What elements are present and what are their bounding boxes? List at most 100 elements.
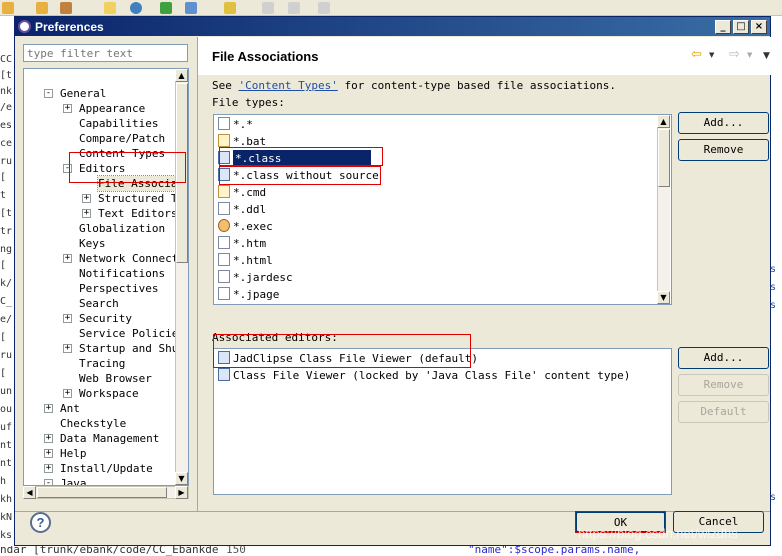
tree-item-label: Data Management [60, 432, 160, 445]
file-type-row[interactable]: *.bat [218, 133, 266, 150]
tree-item-label: Install/Update [60, 462, 153, 475]
forward-icon[interactable] [288, 2, 300, 14]
scroll-left-icon[interactable]: ◀ [23, 486, 36, 499]
file-type-row[interactable]: *.jpage [218, 286, 279, 303]
ide-toolbar [0, 0, 782, 16]
expand-icon[interactable]: + [63, 104, 72, 113]
filter-input[interactable] [23, 44, 188, 62]
code-snippet: "name":$scope.params.name, [468, 546, 641, 556]
scroll-up-icon[interactable]: ▲ [175, 69, 188, 82]
tree-item-label: Content Types [79, 147, 166, 160]
tree-item-label: Search [79, 297, 119, 310]
scroll-down-icon[interactable]: ▼ [175, 472, 188, 485]
nav-up-icon[interactable] [224, 2, 236, 14]
editor-row[interactable]: Class File Viewer (locked by 'Java Class… [218, 367, 630, 384]
view-menu-icon[interactable]: ▼ [763, 51, 770, 61]
expand-icon[interactable]: + [82, 209, 91, 218]
file-type-row[interactable]: *.exec [218, 218, 273, 235]
file-type-row[interactable]: *.* [218, 116, 253, 133]
scroll-down-icon[interactable]: ▼ [657, 291, 670, 304]
expand-icon[interactable]: + [44, 404, 53, 413]
associated-editors-list[interactable]: JadClipse Class File Viewer (default) Cla… [213, 348, 672, 495]
executable-icon [218, 219, 230, 232]
expand-icon[interactable]: + [63, 314, 72, 323]
folder-icon[interactable] [2, 2, 14, 14]
file-type-row[interactable]: *.htm [218, 235, 266, 252]
file-type-row[interactable]: *.html [218, 252, 273, 269]
class-file-icon [218, 151, 230, 164]
expand-icon[interactable]: + [44, 464, 53, 473]
file-types-scroll-thumb[interactable] [658, 129, 670, 187]
tree-item-label: General [60, 87, 107, 100]
close-button[interactable]: × [751, 20, 767, 34]
editor-label: JadClipse Class File Viewer (default) [233, 352, 479, 365]
add-editor-button[interactable]: Add... [678, 347, 769, 369]
remove-editor-button[interactable]: Remove [678, 374, 769, 396]
file-types-scrollbar[interactable]: ▲ ▼ [657, 115, 670, 304]
globe-icon[interactable] [130, 2, 142, 14]
scroll-right-icon[interactable]: ▶ [175, 486, 188, 499]
add-file-type-button[interactable]: Add... [678, 112, 769, 134]
file-type-label: *.jardesc [233, 271, 293, 284]
forward-arrow-icon[interactable]: ⇨ [729, 47, 740, 62]
ide-status-line: ndar [trunk/ebank/code/CC_Ebankde 150 "n… [0, 546, 782, 556]
collapse-icon[interactable]: - [44, 479, 53, 485]
tree-horizontal-scrollbar[interactable]: ◀ ▶ [23, 486, 189, 499]
file-icon [218, 236, 230, 249]
run-icon[interactable] [160, 2, 172, 14]
sash[interactable] [197, 37, 198, 511]
ide-right-editor: ssss [770, 16, 782, 546]
collapse-icon[interactable]: - [63, 164, 72, 173]
expand-icon[interactable]: + [63, 254, 72, 263]
file-icon [218, 287, 230, 300]
build-icon[interactable] [60, 2, 72, 14]
back-menu-icon[interactable]: ▼ [709, 51, 714, 59]
next-icon[interactable] [318, 2, 330, 14]
editor-breadcrumb: ndar [trunk/ebank/code/CC_Ebankde [0, 546, 219, 556]
preference-tree[interactable]: - General + Appearance Capabilities Compare/P… [23, 68, 189, 486]
remove-file-type-button[interactable]: Remove [678, 139, 769, 161]
expand-icon[interactable]: + [44, 434, 53, 443]
tree-hscroll-thumb[interactable] [37, 487, 167, 498]
maximize-button[interactable]: □ [733, 20, 749, 34]
tree-item-label: Web Browser [79, 372, 152, 385]
file-type-row[interactable]: *.jardesc [218, 269, 293, 286]
expand-icon[interactable]: + [82, 194, 91, 203]
file-type-row[interactable]: *.class [218, 150, 371, 167]
back-icon[interactable] [262, 2, 274, 14]
file-type-label: *.class [233, 150, 371, 167]
forward-menu-icon[interactable]: ▼ [747, 51, 752, 59]
default-editor-button[interactable]: Default [678, 401, 769, 423]
file-types-list[interactable]: *.* *.bat *.class *.class without source *.c… [213, 114, 672, 305]
collapse-icon[interactable]: - [44, 89, 53, 98]
content-types-link[interactable]: 'Content Types' [239, 79, 338, 92]
minimize-button[interactable]: _ [715, 20, 731, 34]
file-type-row[interactable]: *.ddl [218, 201, 266, 218]
tree-item-label: Notifications [79, 267, 166, 280]
title-bar[interactable]: Preferences _ □ × [15, 17, 770, 36]
expand-icon[interactable]: + [44, 449, 53, 458]
expand-icon[interactable]: + [63, 344, 72, 353]
file-type-label: *.class without source [233, 169, 379, 182]
class-file-icon [218, 168, 230, 181]
hint-prefix: See [212, 79, 239, 92]
expand-icon[interactable]: + [63, 389, 72, 398]
file-icon [218, 202, 230, 215]
hint-suffix: for content-type based file associations… [337, 79, 616, 92]
pencil-icon[interactable] [104, 2, 116, 14]
scroll-up-icon[interactable]: ▲ [657, 115, 670, 128]
help-icon[interactable]: ? [30, 512, 51, 533]
file-type-row[interactable]: *.class without source [218, 167, 379, 184]
watermark: https://blog.csdn.net/wlzdhs [578, 526, 738, 541]
file-type-row[interactable]: *.cmd [218, 184, 266, 201]
tree-scroll-thumb[interactable] [176, 83, 188, 263]
editor-row[interactable]: JadClipse Class File Viewer (default) [218, 350, 478, 367]
tree-vertical-scrollbar[interactable]: ▲ ▼ [175, 69, 188, 485]
tree-item-label: Java [60, 477, 87, 486]
eclipse-icon [18, 20, 31, 33]
tree-item-label: Tracing [79, 357, 126, 370]
file-type-label: *.exec [233, 220, 273, 233]
open-icon[interactable] [36, 2, 48, 14]
back-arrow-icon[interactable]: ⇦ [691, 47, 702, 62]
debug-icon[interactable] [185, 2, 197, 14]
